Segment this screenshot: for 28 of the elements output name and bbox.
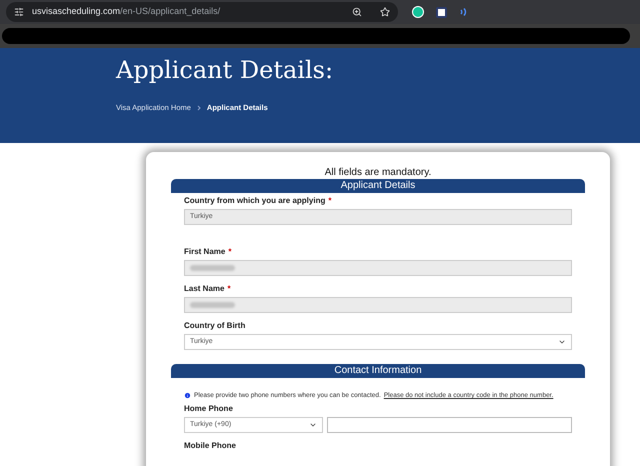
zoom-icon[interactable] — [352, 7, 362, 17]
field-label: First Name — [184, 247, 226, 256]
section-header: Contact Information — [171, 364, 585, 378]
required-mark: * — [328, 196, 332, 205]
field-label: Mobile Phone — [184, 440, 236, 450]
phone-field[interactable] — [327, 416, 572, 433]
wireless-icon[interactable] — [459, 7, 469, 17]
address-bar[interactable]: usvisascheduling.com/en-US/applicant_details/ — [6, 2, 398, 22]
field-label: Home Phone — [184, 404, 233, 413]
name-field[interactable] — [184, 297, 572, 313]
mandatory-note: All fields are mandatory. — [324, 167, 432, 179]
section-header: Applicant Details — [171, 179, 585, 193]
url-text: usvisascheduling.com/en-US/applicant_details/ — [32, 5, 220, 18]
field-label: Country of Birth — [184, 321, 246, 330]
name-field[interactable] — [184, 260, 572, 276]
separator-icon — [196, 104, 201, 111]
field-label: Last Name — [184, 284, 224, 293]
field-label: Country from which you are applying — [184, 196, 326, 205]
info-icon — [184, 392, 191, 400]
page-title: Applicant Details: — [116, 55, 334, 85]
blurred-value — [190, 265, 235, 271]
blurred-value — [190, 302, 235, 308]
site-settings-icon[interactable] — [14, 7, 24, 17]
extension-icon[interactable] — [436, 6, 447, 18]
bookmark-star-icon[interactable] — [380, 7, 390, 17]
chevron-icon — [558, 338, 566, 346]
required-mark: * — [227, 284, 231, 293]
required-mark: * — [228, 247, 232, 256]
